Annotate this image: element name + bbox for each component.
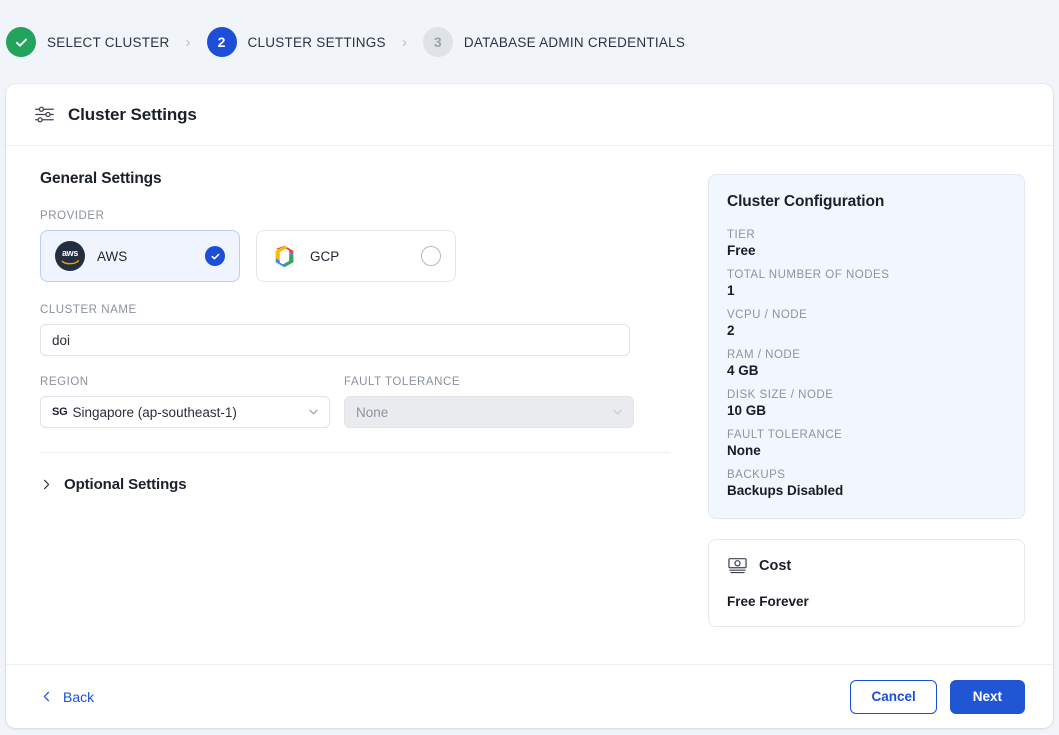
spec-value: 4 GB	[727, 363, 1006, 378]
region-selected-value: Singapore (ap-southeast-1)	[73, 405, 237, 420]
back-button[interactable]: Back	[34, 689, 94, 705]
provider-label: PROVIDER	[40, 210, 670, 222]
provider-name-aws: AWS	[97, 249, 193, 264]
optional-settings-label: Optional Settings	[64, 476, 186, 493]
provider-option-gcp[interactable]: GCP	[256, 230, 456, 282]
fault-tolerance-label: FAULT TOLERANCE	[344, 376, 634, 388]
region-select[interactable]: SG Singapore (ap-southeast-1)	[40, 396, 330, 428]
chevron-left-icon	[40, 690, 53, 703]
cost-header: Cost	[727, 555, 1006, 576]
cluster-name-label: CLUSTER NAME	[40, 304, 670, 316]
card-footer: Back Cancel Next	[6, 664, 1053, 728]
region-field: REGION SG Singapore (ap-southeast-1)	[40, 376, 330, 428]
check-icon	[14, 35, 29, 50]
spec-key: BACKUPS	[727, 469, 1006, 481]
cost-title: Cost	[759, 558, 791, 574]
step-1-badge	[6, 27, 36, 57]
cluster-configuration-panel: Cluster Configuration TIER Free TOTAL NU…	[708, 174, 1025, 519]
spec-fault-tolerance: FAULT TOLERANCE None	[727, 429, 1006, 458]
next-button[interactable]: Next	[950, 680, 1025, 714]
card-body: General Settings PROVIDER aws AWS	[6, 146, 1053, 664]
step-3-badge: 3	[423, 27, 453, 57]
step-separator-1: ›	[186, 35, 191, 50]
chevron-right-icon	[40, 478, 53, 491]
cluster-configuration-title: Cluster Configuration	[727, 193, 1006, 211]
provider-options: aws AWS	[40, 230, 670, 282]
step-cluster-settings[interactable]: 2 CLUSTER SETTINGS	[207, 27, 386, 57]
general-settings-column: General Settings PROVIDER aws AWS	[34, 170, 670, 664]
optional-settings-toggle[interactable]: Optional Settings	[40, 476, 186, 493]
spec-ram-node: RAM / NODE 4 GB	[727, 349, 1006, 378]
region-fault-row: REGION SG Singapore (ap-southeast-1) FAU…	[40, 376, 670, 428]
summary-column: Cluster Configuration TIER Free TOTAL NU…	[708, 170, 1025, 664]
chevron-down-icon	[307, 406, 320, 419]
spec-backups: BACKUPS Backups Disabled	[727, 469, 1006, 498]
step-2-label: CLUSTER SETTINGS	[248, 35, 386, 50]
spec-vcpu-node: vCPU / NODE 2	[727, 309, 1006, 338]
page-title: Cluster Settings	[68, 105, 197, 125]
spec-total-nodes: TOTAL NUMBER OF NODES 1	[727, 269, 1006, 298]
fault-tolerance-select: None	[344, 396, 634, 428]
fault-tolerance-field: FAULT TOLERANCE None	[344, 376, 634, 428]
spec-value: 1	[727, 283, 1006, 298]
spec-disk-size-node: DISK SIZE / NODE 10 GB	[727, 389, 1006, 418]
sliders-icon	[34, 104, 55, 125]
spec-value: Free	[727, 243, 1006, 258]
cost-panel: Cost Free Forever	[708, 539, 1025, 627]
chevron-down-icon	[611, 406, 624, 419]
spec-key: DISK SIZE / NODE	[727, 389, 1006, 401]
step-2-badge: 2	[207, 27, 237, 57]
spec-key: RAM / NODE	[727, 349, 1006, 361]
provider-option-aws[interactable]: aws AWS	[40, 230, 240, 282]
back-button-label: Back	[63, 689, 94, 705]
section-divider	[40, 452, 670, 453]
spec-value: 2	[727, 323, 1006, 338]
footer-actions: Cancel Next	[850, 680, 1025, 714]
cluster-settings-card: Cluster Settings General Settings PROVID…	[6, 84, 1053, 728]
fault-tolerance-selected-value: None	[356, 405, 388, 420]
spec-key: TIER	[727, 229, 1006, 241]
spec-value: None	[727, 443, 1006, 458]
general-settings-title: General Settings	[40, 170, 670, 188]
step-select-cluster[interactable]: SELECT CLUSTER	[6, 27, 170, 57]
step-database-admin-credentials[interactable]: 3 DATABASE ADMIN CREDENTIALS	[423, 27, 685, 57]
spec-key: TOTAL NUMBER OF NODES	[727, 269, 1006, 281]
step-3-label: DATABASE ADMIN CREDENTIALS	[464, 35, 685, 50]
check-icon	[210, 251, 221, 262]
aws-swoosh-icon	[61, 259, 80, 265]
card-header: Cluster Settings	[6, 84, 1053, 146]
step-separator-2: ›	[402, 35, 407, 50]
region-label: REGION	[40, 376, 330, 388]
aws-logo-icon: aws	[55, 241, 85, 271]
wizard-stepper: SELECT CLUSTER › 2 CLUSTER SETTINGS › 3 …	[0, 0, 1059, 84]
banknote-icon	[727, 555, 748, 576]
step-1-label: SELECT CLUSTER	[47, 35, 170, 50]
spec-value: Backups Disabled	[727, 483, 1006, 498]
region-country-code: SG	[52, 406, 68, 418]
provider-radio-aws[interactable]	[205, 246, 225, 266]
cost-value: Free Forever	[727, 594, 1006, 609]
spec-key: vCPU / NODE	[727, 309, 1006, 321]
provider-name-gcp: GCP	[310, 249, 409, 264]
spec-value: 10 GB	[727, 403, 1006, 418]
cluster-name-input[interactable]	[40, 324, 630, 356]
gcp-logo-icon	[271, 243, 298, 270]
spec-tier: TIER Free	[727, 229, 1006, 258]
spec-key: FAULT TOLERANCE	[727, 429, 1006, 441]
provider-radio-gcp[interactable]	[421, 246, 441, 266]
cancel-button[interactable]: Cancel	[850, 680, 936, 714]
